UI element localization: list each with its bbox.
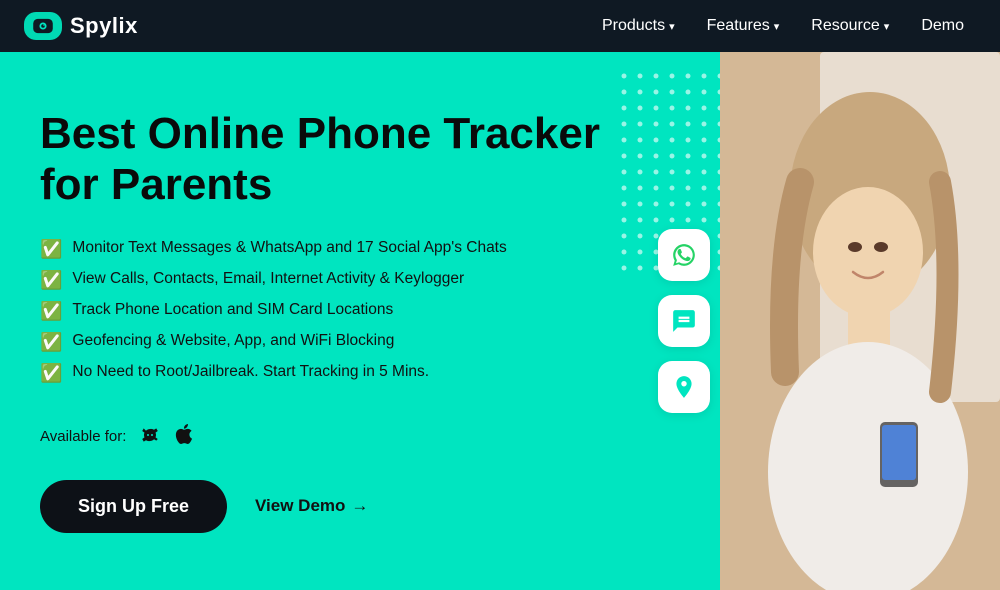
nav-demo[interactable]: Demo [909, 11, 976, 41]
whatsapp-app-icon[interactable] [658, 229, 710, 281]
nav-demo-label: Demo [921, 17, 964, 35]
apple-icon [172, 422, 196, 452]
nav-products-chevron: ▾ [669, 20, 675, 33]
cta-row: Sign Up Free View Demo → [40, 480, 600, 533]
list-item: ✅ No Need to Root/Jailbreak. Start Track… [40, 363, 600, 384]
logo-text: Spylix [70, 13, 138, 39]
check-icon-3: ✅ [40, 301, 62, 322]
hero-content: Best Online Phone Tracker for Parents ✅ … [0, 52, 640, 590]
available-label: Available for: [40, 428, 126, 445]
nav-menu: Products ▾ Features ▾ Resource ▾ Demo [590, 11, 976, 41]
check-icon-4: ✅ [40, 332, 62, 353]
whatsapp-icon [671, 242, 697, 268]
signup-button[interactable]: Sign Up Free [40, 480, 227, 533]
nav-features-label: Features [707, 17, 770, 35]
hero-title: Best Online Phone Tracker for Parents [40, 109, 600, 210]
feature-text-1: Monitor Text Messages & WhatsApp and 17 … [72, 239, 506, 257]
location-icon [671, 374, 697, 400]
feature-text-3: Track Phone Location and SIM Card Locati… [72, 301, 393, 319]
chat-app-icon[interactable] [658, 295, 710, 347]
chat-icon [671, 308, 697, 334]
navbar: Spylix Products ▾ Features ▾ Resource ▾ … [0, 0, 1000, 52]
list-item: ✅ Monitor Text Messages & WhatsApp and 1… [40, 239, 600, 260]
android-icon [138, 422, 162, 452]
demo-button[interactable]: View Demo → [255, 496, 368, 516]
logo-icon [24, 12, 62, 40]
list-item: ✅ Geofencing & Website, App, and WiFi Bl… [40, 332, 600, 353]
hero-section: Best Online Phone Tracker for Parents ✅ … [0, 52, 1000, 590]
nav-features-chevron: ▾ [774, 20, 780, 33]
available-row: Available for: [40, 422, 600, 452]
check-icon-5: ✅ [40, 363, 62, 384]
hero-photo [720, 52, 1000, 590]
demo-arrow: → [351, 496, 368, 516]
hero-right [640, 52, 1000, 590]
platform-icons [138, 422, 196, 452]
nav-resource-label: Resource [811, 17, 879, 35]
nav-products-label: Products [602, 17, 665, 35]
location-app-icon[interactable] [658, 361, 710, 413]
logo[interactable]: Spylix [24, 12, 138, 40]
nav-resource-chevron: ▾ [884, 20, 890, 33]
feature-text-4: Geofencing & Website, App, and WiFi Bloc… [72, 332, 394, 350]
nav-products[interactable]: Products ▾ [590, 11, 687, 41]
person-image [720, 52, 1000, 590]
spylix-logo-svg [32, 18, 54, 34]
feature-text-2: View Calls, Contacts, Email, Internet Ac… [72, 270, 464, 288]
nav-features[interactable]: Features ▾ [695, 11, 792, 41]
person-svg [720, 52, 1000, 590]
list-item: ✅ Track Phone Location and SIM Card Loca… [40, 301, 600, 322]
nav-resource[interactable]: Resource ▾ [799, 11, 901, 41]
app-icons-panel [658, 229, 710, 413]
list-item: ✅ View Calls, Contacts, Email, Internet … [40, 270, 600, 291]
check-icon-1: ✅ [40, 239, 62, 260]
features-list: ✅ Monitor Text Messages & WhatsApp and 1… [40, 239, 600, 394]
demo-button-label: View Demo [255, 496, 345, 516]
feature-text-5: No Need to Root/Jailbreak. Start Trackin… [72, 363, 429, 381]
check-icon-2: ✅ [40, 270, 62, 291]
